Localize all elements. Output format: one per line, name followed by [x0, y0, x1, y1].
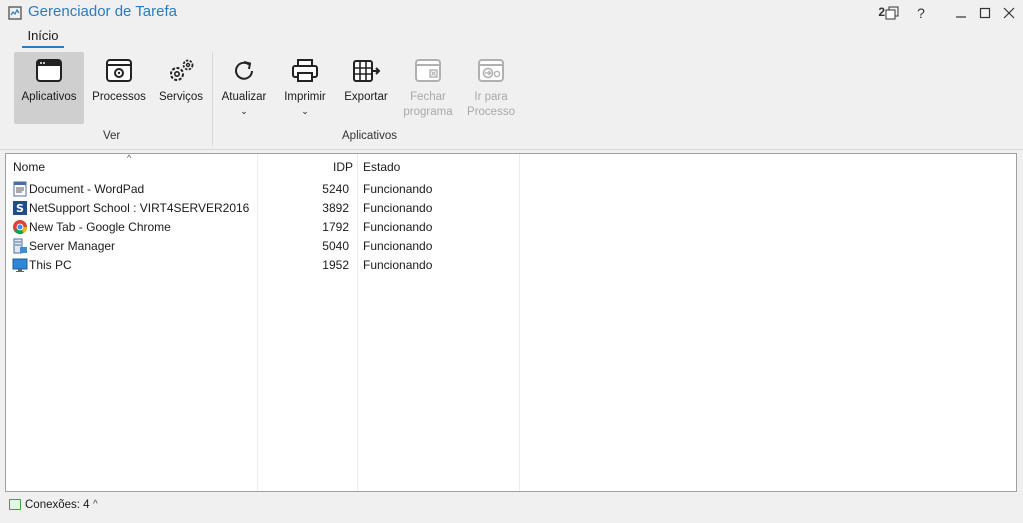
- imprimir-button[interactable]: Imprimir ⌄: [278, 52, 332, 124]
- tab-inicio[interactable]: Início: [22, 28, 64, 48]
- restore-sessions-icon[interactable]: [882, 3, 902, 23]
- app-idp: 5240: [322, 182, 349, 196]
- refresh-icon: [235, 61, 253, 80]
- status-bar: Conexões: 4 ^: [0, 496, 1023, 518]
- table-row[interactable]: Document - WordPad 5240 Funcionando: [6, 180, 1016, 199]
- app-name: Document - WordPad: [29, 182, 145, 196]
- atualizar-button[interactable]: Atualizar ⌄: [218, 52, 270, 124]
- app-idp: 3892: [322, 201, 349, 215]
- servicos-label: Serviços: [158, 91, 204, 103]
- title-bar: Gerenciador de Tarefa 2 ?: [0, 0, 1023, 26]
- aplicativos-button[interactable]: Aplicativos: [14, 52, 84, 124]
- aplicativos-label: Aplicativos: [21, 91, 77, 103]
- exportar-button[interactable]: Exportar: [338, 52, 394, 124]
- app-estado: Funcionando: [363, 182, 433, 196]
- ribbon-tab-row: Início: [0, 26, 1023, 48]
- group-label-ver: Ver: [103, 130, 121, 142]
- column-header-idp[interactable]: IDP: [333, 160, 353, 174]
- export-grid-icon: [353, 60, 381, 82]
- table-row[interactable]: Server Manager 5040 Funcionando: [6, 237, 1016, 256]
- gears-icon: [170, 59, 194, 81]
- app-idp: 5040: [322, 239, 349, 253]
- app-idp: 1792: [322, 220, 349, 234]
- monitor-icon: [12, 258, 28, 272]
- help-button[interactable]: ?: [911, 3, 931, 23]
- atualizar-label: Atualizar: [221, 91, 267, 103]
- close-button[interactable]: [999, 3, 1019, 23]
- connections-count: Conexões: 4: [25, 499, 90, 511]
- ribbon-group-divider: [212, 52, 213, 146]
- imprimir-label: Imprimir: [284, 91, 326, 103]
- group-label-aplicativos: Aplicativos: [342, 130, 397, 142]
- app-estado: Funcionando: [363, 258, 433, 272]
- minimize-button[interactable]: [951, 3, 971, 23]
- sort-ascending-indicator: ^: [127, 153, 132, 163]
- ir-processo-label-line2: Processo: [467, 106, 515, 118]
- table-row[interactable]: New Tab - Google Chrome 1792 Funcionando: [6, 218, 1016, 237]
- app-name: New Tab - Google Chrome: [29, 220, 171, 234]
- column-header-nome[interactable]: Nome: [13, 160, 45, 174]
- printer-icon: [292, 59, 318, 82]
- maximize-button[interactable]: [975, 3, 995, 23]
- connection-icon: [9, 499, 21, 510]
- applications-list[interactable]: ^ Nome IDP Estado Document - WordPad 524…: [5, 153, 1017, 492]
- fechar-programa-button[interactable]: Fechar programa: [400, 52, 456, 124]
- chevron-down-icon[interactable]: ⌄: [301, 107, 309, 116]
- processos-label: Processos: [92, 91, 146, 103]
- app-estado: Funcionando: [363, 220, 433, 234]
- goto-process-icon: [478, 59, 504, 82]
- ir-processo-label-line1: Ir para: [474, 91, 508, 103]
- table-row[interactable]: S NetSupport School : VIRT4SERVER2016 38…: [6, 199, 1016, 218]
- app-idp: 1952: [322, 258, 349, 272]
- netsupport-icon: S: [13, 201, 27, 215]
- close-window-icon: [415, 59, 441, 82]
- app-estado: Funcionando: [363, 239, 433, 253]
- processos-button[interactable]: Processos: [90, 52, 148, 124]
- column-header-estado[interactable]: Estado: [363, 160, 400, 174]
- window-icon: [36, 59, 62, 82]
- servicos-button[interactable]: Serviços: [154, 52, 208, 124]
- ribbon: Aplicativos Processos Serviços Ver Atual…: [0, 48, 1023, 150]
- task-manager-icon: [8, 6, 22, 20]
- exportar-label: Exportar: [344, 91, 388, 103]
- chevron-up-icon[interactable]: ^: [93, 499, 98, 510]
- app-name: Server Manager: [29, 239, 116, 253]
- chrome-icon: [13, 220, 28, 235]
- app-name: NetSupport School : VIRT4SERVER2016: [29, 201, 250, 215]
- ir-para-processo-button[interactable]: Ir para Processo: [462, 52, 520, 124]
- fechar-label-line2: programa: [403, 106, 453, 118]
- svg-text:S: S: [16, 202, 24, 215]
- window-title: Gerenciador de Tarefa: [28, 3, 177, 20]
- app-estado: Funcionando: [363, 201, 433, 215]
- table-row[interactable]: This PC 1952 Funcionando: [6, 256, 1016, 275]
- chevron-down-icon[interactable]: ⌄: [240, 107, 248, 116]
- server-manager-icon: [13, 238, 27, 254]
- process-gear-icon: [106, 59, 132, 82]
- app-name: This PC: [29, 258, 72, 272]
- wordpad-icon: [13, 181, 27, 197]
- fechar-label-line1: Fechar: [410, 91, 446, 103]
